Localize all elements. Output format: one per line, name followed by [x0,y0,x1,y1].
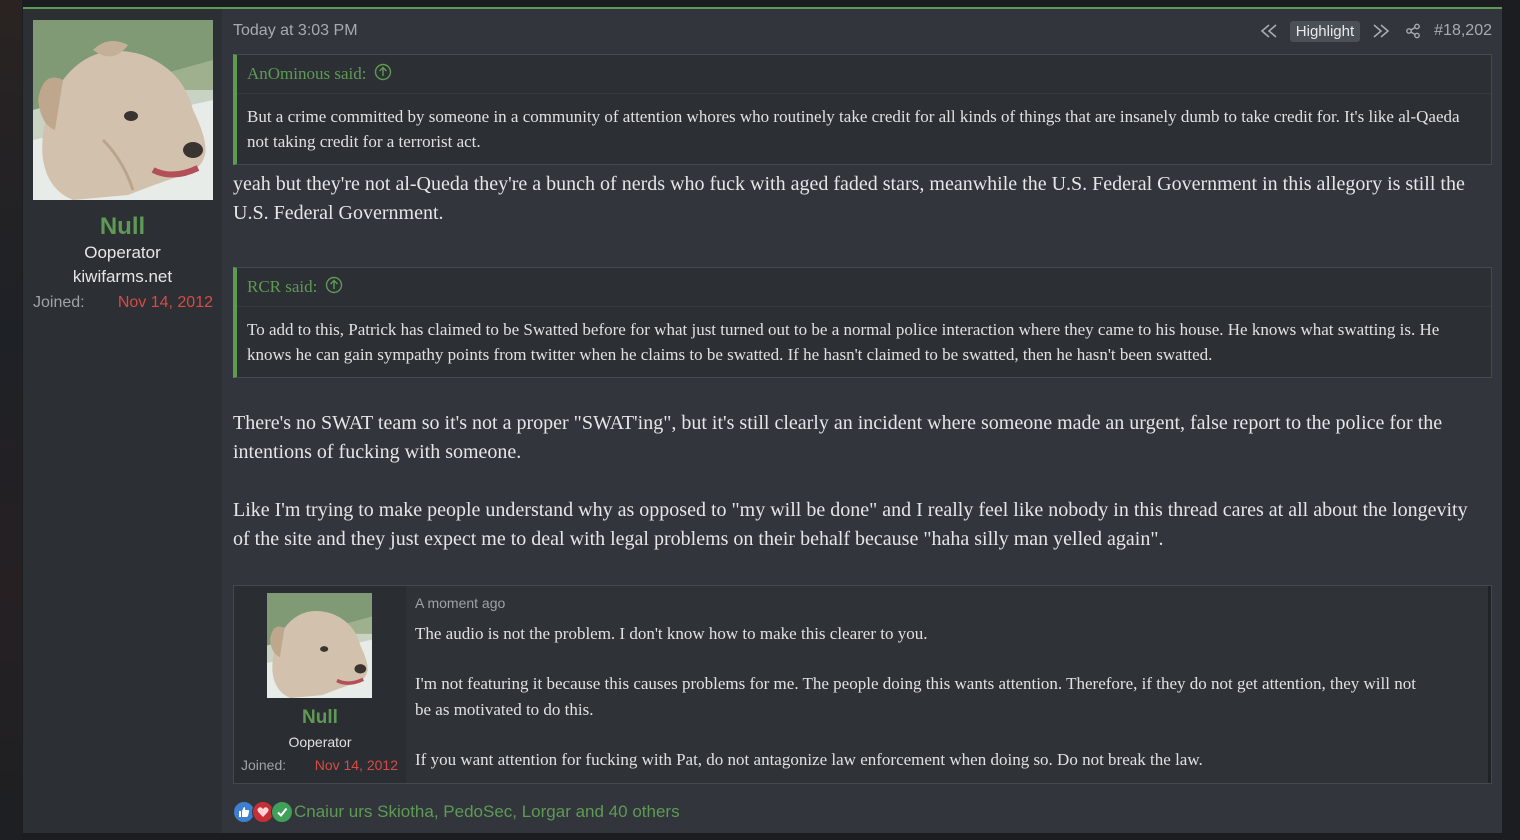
post-number[interactable]: #18,202 [1434,22,1492,40]
embed-date[interactable]: A moment ago [415,595,505,611]
joined-date: Nov 14, 2012 [117,294,213,311]
username[interactable]: Null [23,213,222,241]
page-edge [0,0,22,840]
user-domain: kiwifarms.net [72,267,173,286]
share-icon[interactable] [1402,20,1424,42]
embed-paragraph: I'm not featuring it because this causes… [415,674,1416,719]
reply-text: yeah but they're not al-Queda they're a … [233,173,1465,224]
jump-to-quote-icon[interactable] [325,276,343,299]
post-main: Today at 3:03 PM Highlight #18,202 AnOmi… [222,9,1502,833]
quote-author[interactable]: RCR said: [247,277,317,297]
reactions-list[interactable]: Cnaiur urs Skiotha, PedoSec, Lorgar and … [294,802,680,822]
embed-joined-date: Nov 14, 2012 [314,757,398,773]
quote-text: To add to this, Patrick has claimed to b… [247,320,1440,364]
highlight-button[interactable]: Highlight [1289,20,1361,42]
quote-header[interactable]: RCR said: [237,268,1491,307]
embed-joined-label: Joined: [241,757,287,773]
embed-paragraph: The audio is not the problem. I don't kn… [415,624,928,643]
post-date[interactable]: Today at 3:03 PM [233,22,358,40]
joined-label: Joined: [33,294,85,311]
embedded-post[interactable]: Null Ooperator Joined: Nov 14, 2012 A mo… [233,585,1492,784]
reaction-icons[interactable] [233,801,293,823]
embed-username[interactable]: Null [234,707,406,729]
prev-highlight-icon[interactable] [1258,20,1280,42]
embed-scrollbar[interactable] [1488,586,1491,783]
next-highlight-icon[interactable] [1370,20,1392,42]
quote-header[interactable]: AnOminous said: [237,55,1491,94]
reactions-bar[interactable]: Cnaiur urs Skiotha, PedoSec, Lorgar and … [233,801,680,823]
avatar[interactable] [33,20,213,200]
jump-to-quote-icon[interactable] [374,63,392,86]
quote-author[interactable]: AnOminous said: [247,64,366,84]
quote-block: RCR said: To add to this, Patrick has cl… [233,267,1492,378]
quote-text: But a crime committed by someone in a co… [247,107,1460,151]
embed-user-column: Null Ooperator Joined: Nov 14, 2012 [234,586,406,783]
reply-text: Like I'm trying to make people understan… [233,499,1468,550]
reply-text: There's no SWAT team so it's not a prope… [233,412,1443,463]
post-tools: Highlight #18,202 [1258,20,1492,42]
embed-body: The audio is not the problem. I don't kn… [415,621,1421,783]
user-title: Ooperator [84,243,161,262]
embed-paragraph: If you want attention for fucking with P… [415,750,1203,769]
user-info-column: Null Ooperator kiwifarms.net Joined: Nov… [23,9,222,833]
embed-user-title: Ooperator [288,734,352,750]
check-icon[interactable] [271,801,293,823]
embed-avatar[interactable] [267,593,372,698]
forum-post: Null Ooperator kiwifarms.net Joined: Nov… [23,7,1502,833]
quote-block: AnOminous said: But a crime committed by… [233,54,1492,165]
